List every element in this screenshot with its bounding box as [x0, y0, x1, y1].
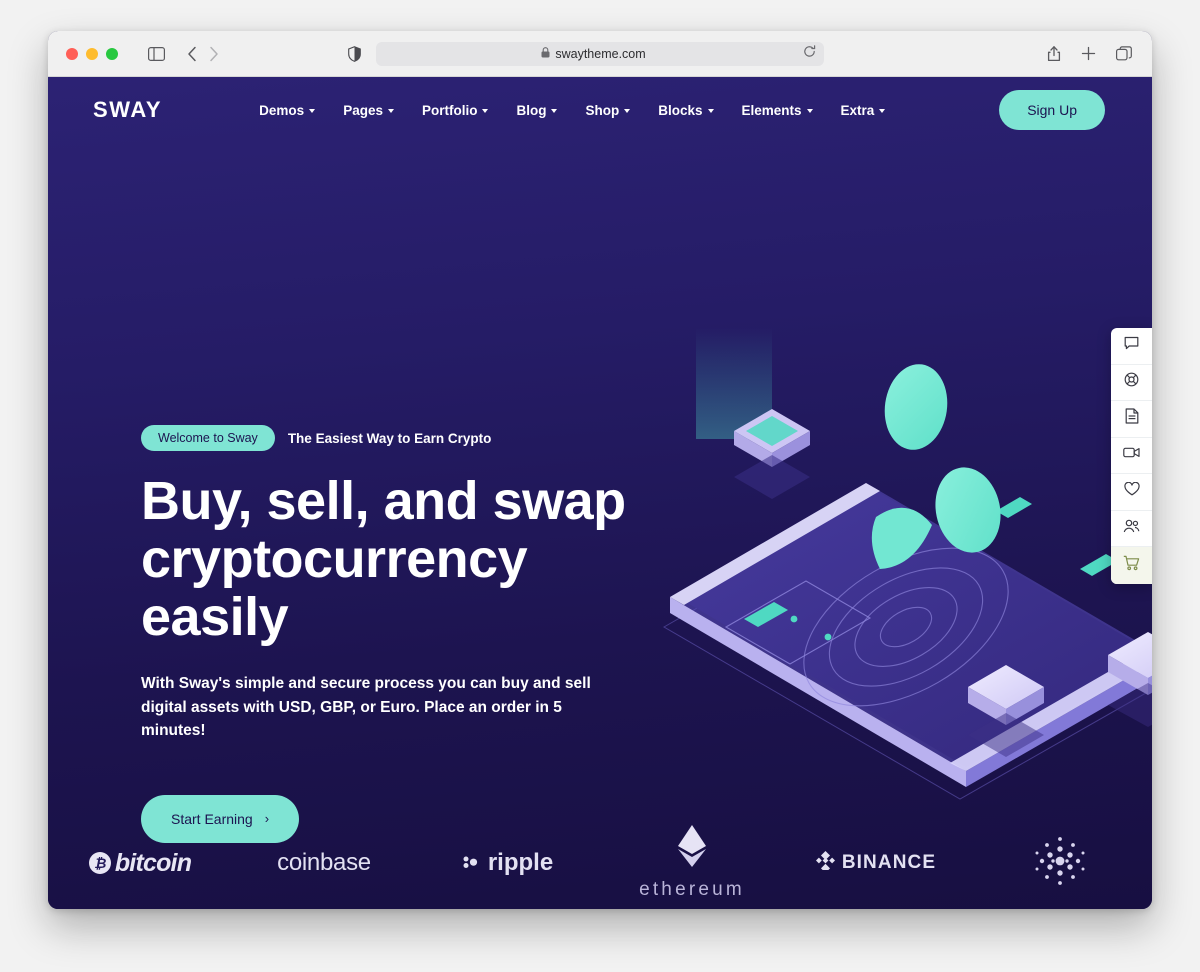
- lifebuoy-support-icon: [1124, 372, 1139, 392]
- nav-item-portfolio[interactable]: Portfolio: [422, 103, 489, 118]
- plus-icon[interactable]: [1081, 46, 1096, 61]
- rail-item-video[interactable]: [1111, 438, 1152, 474]
- hero-eyebrow-row: Welcome to Sway The Easiest Way to Earn …: [141, 425, 661, 451]
- logo-coinbase: coinbase: [232, 849, 416, 877]
- hero-tagline: The Easiest Way to Earn Crypto: [287, 430, 492, 446]
- ethereum-diamond-icon: [677, 825, 707, 872]
- start-earning-button[interactable]: Start Earning ›: [141, 794, 300, 843]
- nav-item-blocks[interactable]: Blocks: [658, 102, 714, 118]
- chevron-right-icon: ›: [264, 811, 270, 827]
- nav-item-demos[interactable]: Demos: [259, 102, 316, 118]
- webpage-viewport: SWAY Demos Pages Portfolio Blog Shop Blo…: [48, 77, 1152, 909]
- back-arrow-icon[interactable]: [187, 46, 197, 62]
- nav-label: Pages: [343, 102, 383, 118]
- window-controls: [66, 47, 118, 60]
- binance-mark-icon: [815, 850, 835, 876]
- welcome-badge: Welcome to Sway: [141, 425, 275, 451]
- nav-item-shop[interactable]: Shop: [585, 102, 631, 118]
- nav-label: Elements: [741, 102, 802, 118]
- floating-action-rail: [1111, 328, 1152, 584]
- rail-item-cart[interactable]: [1111, 547, 1152, 584]
- chevron-down-icon: [707, 109, 714, 113]
- headline-line-1: Buy, sell, and swap: [141, 471, 626, 531]
- chevron-down-icon: [309, 109, 316, 113]
- shopping-cart-icon: [1123, 555, 1140, 576]
- sign-up-button[interactable]: Sign Up: [999, 90, 1105, 130]
- url-text: swaytheme.com: [555, 46, 646, 61]
- share-icon[interactable]: [1047, 45, 1061, 62]
- logo-binance: BINANCE: [784, 850, 968, 876]
- nav-label: Blog: [516, 102, 547, 118]
- site-navbar: SWAY Demos Pages Portfolio Blog Shop Blo…: [48, 77, 1152, 143]
- nav-item-blog[interactable]: Blog: [516, 102, 558, 118]
- nav-label: Shop: [585, 102, 620, 118]
- chevron-down-icon: [551, 109, 558, 113]
- reload-icon[interactable]: [803, 44, 816, 63]
- chevron-down-icon: [879, 109, 886, 113]
- logo-bitcoin: ₿ bitcoin: [48, 849, 232, 878]
- nav-label: Extra: [840, 102, 875, 118]
- forward-arrow-icon[interactable]: [209, 46, 219, 62]
- chat-bubble-icon: [1124, 336, 1139, 356]
- page-title: Buy, sell, and swap cryptocurrency easil…: [141, 471, 661, 647]
- chevron-down-icon: [482, 109, 489, 113]
- logo-label: coinbase: [277, 849, 371, 876]
- rail-item-support[interactable]: [1111, 365, 1152, 401]
- nav-label: Blocks: [658, 102, 703, 118]
- logo-label: ripple: [487, 849, 554, 876]
- main-menu: Demos Pages Portfolio Blog Shop Blocks E…: [259, 102, 886, 118]
- logo-label: BINANCE: [841, 852, 937, 873]
- logo-cardano: [968, 836, 1152, 891]
- privacy-shield-icon[interactable]: [348, 45, 361, 62]
- browser-window: swaytheme.com SWAY Demos Pages Portfolio…: [48, 31, 1152, 909]
- document-icon: [1125, 408, 1139, 429]
- rail-item-favorites[interactable]: [1111, 474, 1152, 511]
- lock-icon: [541, 45, 550, 63]
- heart-icon: [1123, 481, 1140, 501]
- logo-ripple: ripple: [416, 849, 600, 877]
- nav-label: Portfolio: [421, 102, 478, 118]
- toolbar-actions: [1047, 45, 1132, 62]
- sidebar-toggle-icon[interactable]: [148, 46, 165, 61]
- rail-item-users[interactable]: [1111, 511, 1152, 547]
- cta-label: Start Earning: [171, 810, 253, 827]
- site-logo[interactable]: SWAY: [93, 97, 162, 123]
- nav-item-elements[interactable]: Elements: [742, 103, 813, 118]
- address-bar[interactable]: swaytheme.com: [376, 41, 824, 66]
- nav-buttons: [187, 46, 219, 62]
- chevron-down-icon: [624, 109, 631, 113]
- tab-overview-icon[interactable]: [1116, 46, 1132, 61]
- rail-item-chat[interactable]: [1111, 328, 1152, 365]
- bitcoin-symbol-icon: ₿: [88, 852, 111, 874]
- hero-content: Welcome to Sway The Easiest Way to Earn …: [141, 425, 661, 843]
- minimize-window-button[interactable]: [86, 47, 98, 60]
- logo-label: ethereum: [639, 879, 745, 900]
- ripple-mark-icon: [463, 849, 483, 877]
- hero-description: With Sway's simple and secure process yo…: [141, 675, 591, 740]
- hero-illustration: [648, 327, 1152, 827]
- nav-label: Demos: [259, 102, 305, 118]
- video-camera-icon: [1123, 446, 1140, 464]
- users-icon: [1123, 519, 1140, 538]
- chevron-down-icon: [387, 109, 394, 113]
- isometric-crypto-phone-graphic: [662, 327, 1152, 800]
- cardano-mark-icon: [1033, 836, 1087, 891]
- maximize-window-button[interactable]: [106, 47, 118, 60]
- rail-item-document[interactable]: [1111, 401, 1152, 438]
- logo-label: bitcoin: [114, 848, 192, 877]
- nav-item-pages[interactable]: Pages: [343, 103, 394, 118]
- browser-toolbar: swaytheme.com: [48, 31, 1152, 77]
- headline-line-2: cryptocurrency easily: [141, 528, 528, 647]
- close-window-button[interactable]: [66, 47, 78, 60]
- chevron-down-icon: [806, 109, 813, 113]
- nav-item-extra[interactable]: Extra: [841, 103, 886, 118]
